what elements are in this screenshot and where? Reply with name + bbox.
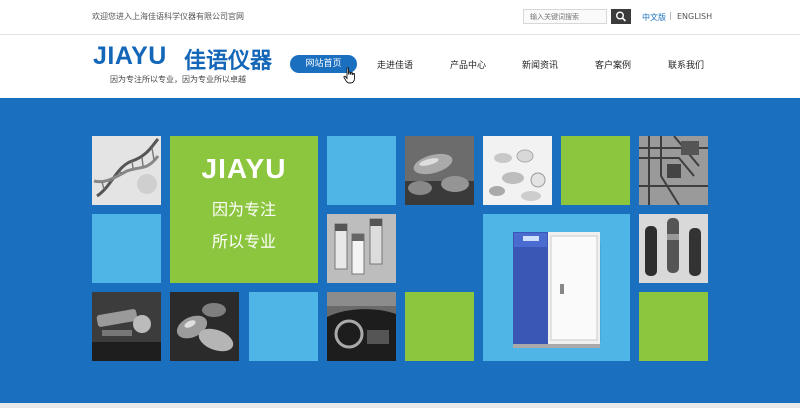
lang-chinese-link[interactable]: 中文版 (642, 12, 666, 23)
banner-brand-title: JIAYU (201, 153, 287, 184)
banner-slogan-line2: 所以专业 (211, 232, 276, 251)
logo-text-cn[interactable]: 佳语仪器 (184, 43, 272, 75)
vials-photo-tile (327, 214, 396, 283)
blue-tile (249, 292, 318, 361)
green-tile (405, 292, 474, 361)
lab-instrument-photo-tile (92, 292, 161, 361)
blue-tile (327, 136, 396, 205)
logo-text-en[interactable]: JIAYU (93, 42, 167, 71)
hand-pointer-icon (343, 67, 355, 84)
dna-photo-tile (92, 136, 161, 205)
car-interior-photo-tile (327, 292, 396, 361)
pills-photo-tile (483, 136, 552, 205)
incubator-product-tile[interactable] (483, 214, 630, 361)
gel-capsules-photo-tile (170, 292, 239, 361)
nav-cases[interactable]: 客户案例 (595, 58, 631, 71)
brand-promo-tile: JIAYU 因为专注 所以专业 (170, 136, 318, 283)
nav-news[interactable]: 新闻资讯 (522, 58, 558, 71)
search-icon (616, 11, 627, 22)
logo-slogan: 因为专注所以专业，因为专业所以卓越 (110, 75, 246, 84)
lang-separator: | (669, 11, 672, 20)
blue-tile (92, 214, 161, 283)
nav-about[interactable]: 走进佳语 (377, 58, 413, 71)
search-input[interactable] (523, 9, 607, 24)
welcome-text: 欢迎您进入上海佳语科学仪器有限公司官网 (92, 12, 244, 21)
circuit-photo-tile (639, 136, 708, 205)
banner-slogan-line1: 因为专注 (211, 200, 276, 219)
nav-products[interactable]: 产品中心 (450, 58, 486, 71)
top-bar: 欢迎您进入上海佳语科学仪器有限公司官网 中文版 | ENGLISH (0, 0, 800, 35)
green-tile (639, 292, 708, 361)
cylinders-photo-tile (639, 214, 708, 283)
banner[interactable]: JIAYU 因为专注 所以专业 (0, 98, 800, 403)
bottom-strip (0, 403, 800, 408)
capsules-photo-tile (405, 136, 474, 205)
nav-contact[interactable]: 联系我们 (668, 58, 704, 71)
lang-english-link[interactable]: ENGLISH (677, 12, 712, 21)
green-tile (561, 136, 630, 205)
search-button[interactable] (611, 9, 631, 24)
